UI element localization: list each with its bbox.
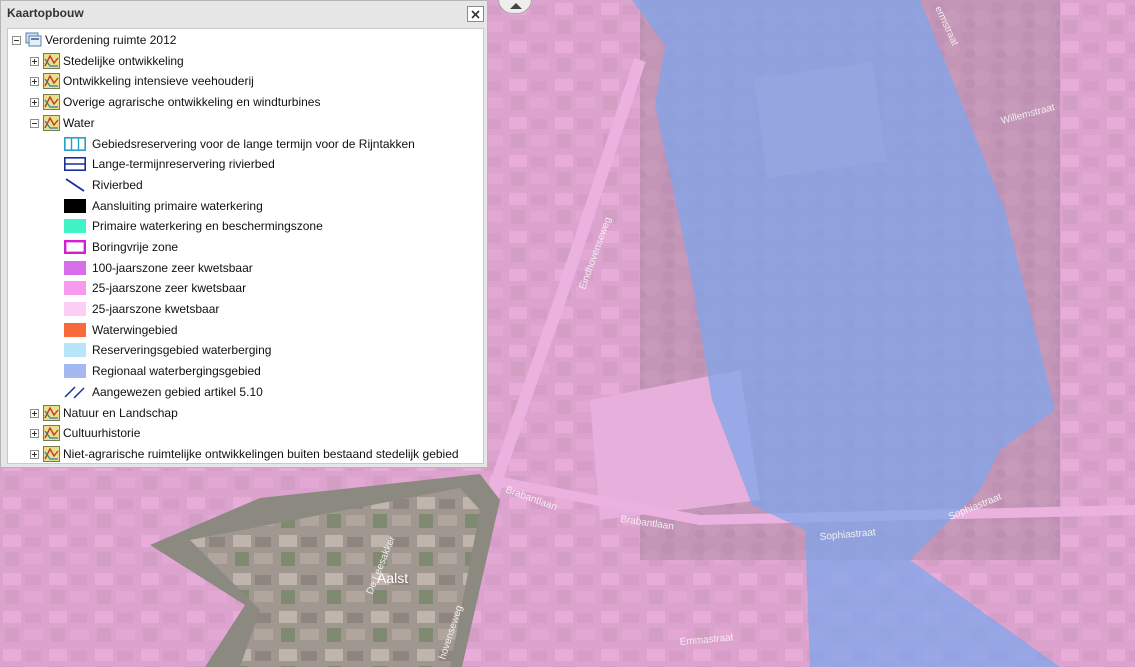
layer-icon xyxy=(43,405,60,421)
legend-swatch xyxy=(64,157,86,171)
tree-item-label: Cultuurhistorie xyxy=(63,426,141,440)
legend-item[interactable]: 25-jaarszone zeer kwetsbaar xyxy=(64,278,246,298)
tree-item-label: 100-jaarszone zeer kwetsbaar xyxy=(92,261,253,275)
arrow-up-icon xyxy=(510,3,522,9)
layer-panel: Kaartopbouw Verordening ruimte 2012 Stede… xyxy=(0,0,488,468)
tree-group-item[interactable]: Cultuurhistorie xyxy=(30,423,140,443)
legend-item[interactable]: Aangewezen gebied artikel 5.10 xyxy=(64,382,263,402)
layer-icon xyxy=(43,425,60,441)
close-icon xyxy=(471,9,480,19)
tree-group-item[interactable]: Natuur en Landschap xyxy=(30,403,178,423)
tree-group-item[interactable]: Stedelijke ontwikkeling xyxy=(30,51,184,71)
tree-item-label: Reserveringsgebied waterberging xyxy=(92,343,272,357)
layer-icon xyxy=(43,73,60,89)
legend-swatch xyxy=(64,323,86,337)
map-nav-button[interactable] xyxy=(498,0,532,14)
panel-title: Kaartopbouw xyxy=(7,6,84,20)
layer-icon xyxy=(43,94,60,110)
legend-item[interactable]: Reserveringsgebied waterberging xyxy=(64,340,271,360)
tree-group-item[interactable]: Ontwikkeling intensieve veehouderij xyxy=(30,71,254,91)
tree-item-label: Lange-termijnreservering rivierbed xyxy=(92,157,275,171)
tree-group-water[interactable]: Water xyxy=(30,113,95,133)
tree-item-label: Natuur en Landschap xyxy=(63,406,178,420)
tree-item-label: Water xyxy=(63,116,95,130)
legend-swatch xyxy=(64,199,86,213)
legend-swatch xyxy=(64,219,86,233)
layer-icon xyxy=(43,446,60,462)
tree-root-verordening[interactable]: Verordening ruimte 2012 xyxy=(12,30,176,50)
tree-item-label: Aangewezen gebied artikel 5.10 xyxy=(92,385,263,399)
tree-item-label: 25-jaarszone zeer kwetsbaar xyxy=(92,281,247,295)
collapse-icon[interactable] xyxy=(30,118,39,128)
legend-item[interactable]: Gebiedsreservering voor de lange termijn… xyxy=(64,134,415,154)
legend-item[interactable]: Waterwingebied xyxy=(64,320,178,340)
tree-item-label: Primaire waterkering en beschermingszone xyxy=(92,219,323,233)
expand-icon[interactable] xyxy=(30,408,39,418)
legend-item[interactable]: Boringvrije zone xyxy=(64,237,178,257)
legend-swatch xyxy=(64,364,86,378)
legend-swatch xyxy=(64,240,87,255)
legend-swatch xyxy=(64,137,86,151)
tree-item-label: Boringvrije zone xyxy=(92,240,179,254)
tree-item-label: 25-jaarszone kwetsbaar xyxy=(92,302,220,316)
legend-item[interactable]: 100-jaarszone zeer kwetsbaar xyxy=(64,258,253,278)
tree-item-label: Ontwikkeling intensieve veehouderij xyxy=(63,74,254,88)
legend-item[interactable]: Aansluiting primaire waterkering xyxy=(64,196,263,216)
legend-swatch xyxy=(64,281,86,295)
tree-item-label: Regionaal waterbergingsgebied xyxy=(92,364,261,378)
expand-icon[interactable] xyxy=(30,76,39,86)
layer-icon xyxy=(43,115,60,131)
legend-swatch xyxy=(64,385,86,399)
legend-item[interactable]: Primaire waterkering en beschermingszone xyxy=(64,216,323,236)
layer-tree: Verordening ruimte 2012 Stedelijke ontwik… xyxy=(7,28,484,464)
tree-item-label: Aansluiting primaire waterkering xyxy=(92,199,263,213)
layer-icon xyxy=(43,53,60,69)
collapse-icon[interactable] xyxy=(12,35,21,45)
tree-item-label: Gebiedsreservering voor de lange termijn… xyxy=(92,137,415,151)
legend-swatch xyxy=(64,178,86,192)
expand-icon[interactable] xyxy=(30,449,39,459)
tree-item-label: Niet-agrarische ruimtelijke ontwikkeling… xyxy=(63,447,459,461)
tree-group-item[interactable]: Overige agrarische ontwikkeling en windt… xyxy=(30,92,320,112)
layer-group-icon xyxy=(25,32,42,48)
legend-swatch xyxy=(64,343,86,357)
legend-item[interactable]: Rivierbed xyxy=(64,175,143,195)
tree-group-item[interactable]: Niet-agrarische ruimtelijke ontwikkeling… xyxy=(30,444,459,464)
close-button[interactable] xyxy=(467,6,484,22)
expand-icon[interactable] xyxy=(30,97,39,107)
legend-item[interactable]: Lange-termijnreservering rivierbed xyxy=(64,154,275,174)
legend-item[interactable]: Regionaal waterbergingsgebied xyxy=(64,361,261,381)
legend-swatch xyxy=(64,261,86,275)
tree-item-label: Waterwingebied xyxy=(92,323,178,337)
tree-item-label: Overige agrarische ontwikkeling en windt… xyxy=(63,95,321,109)
expand-icon[interactable] xyxy=(30,428,39,438)
tree-item-label: Stedelijke ontwikkeling xyxy=(63,54,184,68)
tree-item-label: Rivierbed xyxy=(92,178,143,192)
expand-icon[interactable] xyxy=(30,56,39,66)
legend-item[interactable]: 25-jaarszone kwetsbaar xyxy=(64,299,219,319)
tree-item-label: Verordening ruimte 2012 xyxy=(45,33,177,47)
legend-swatch xyxy=(64,302,86,316)
